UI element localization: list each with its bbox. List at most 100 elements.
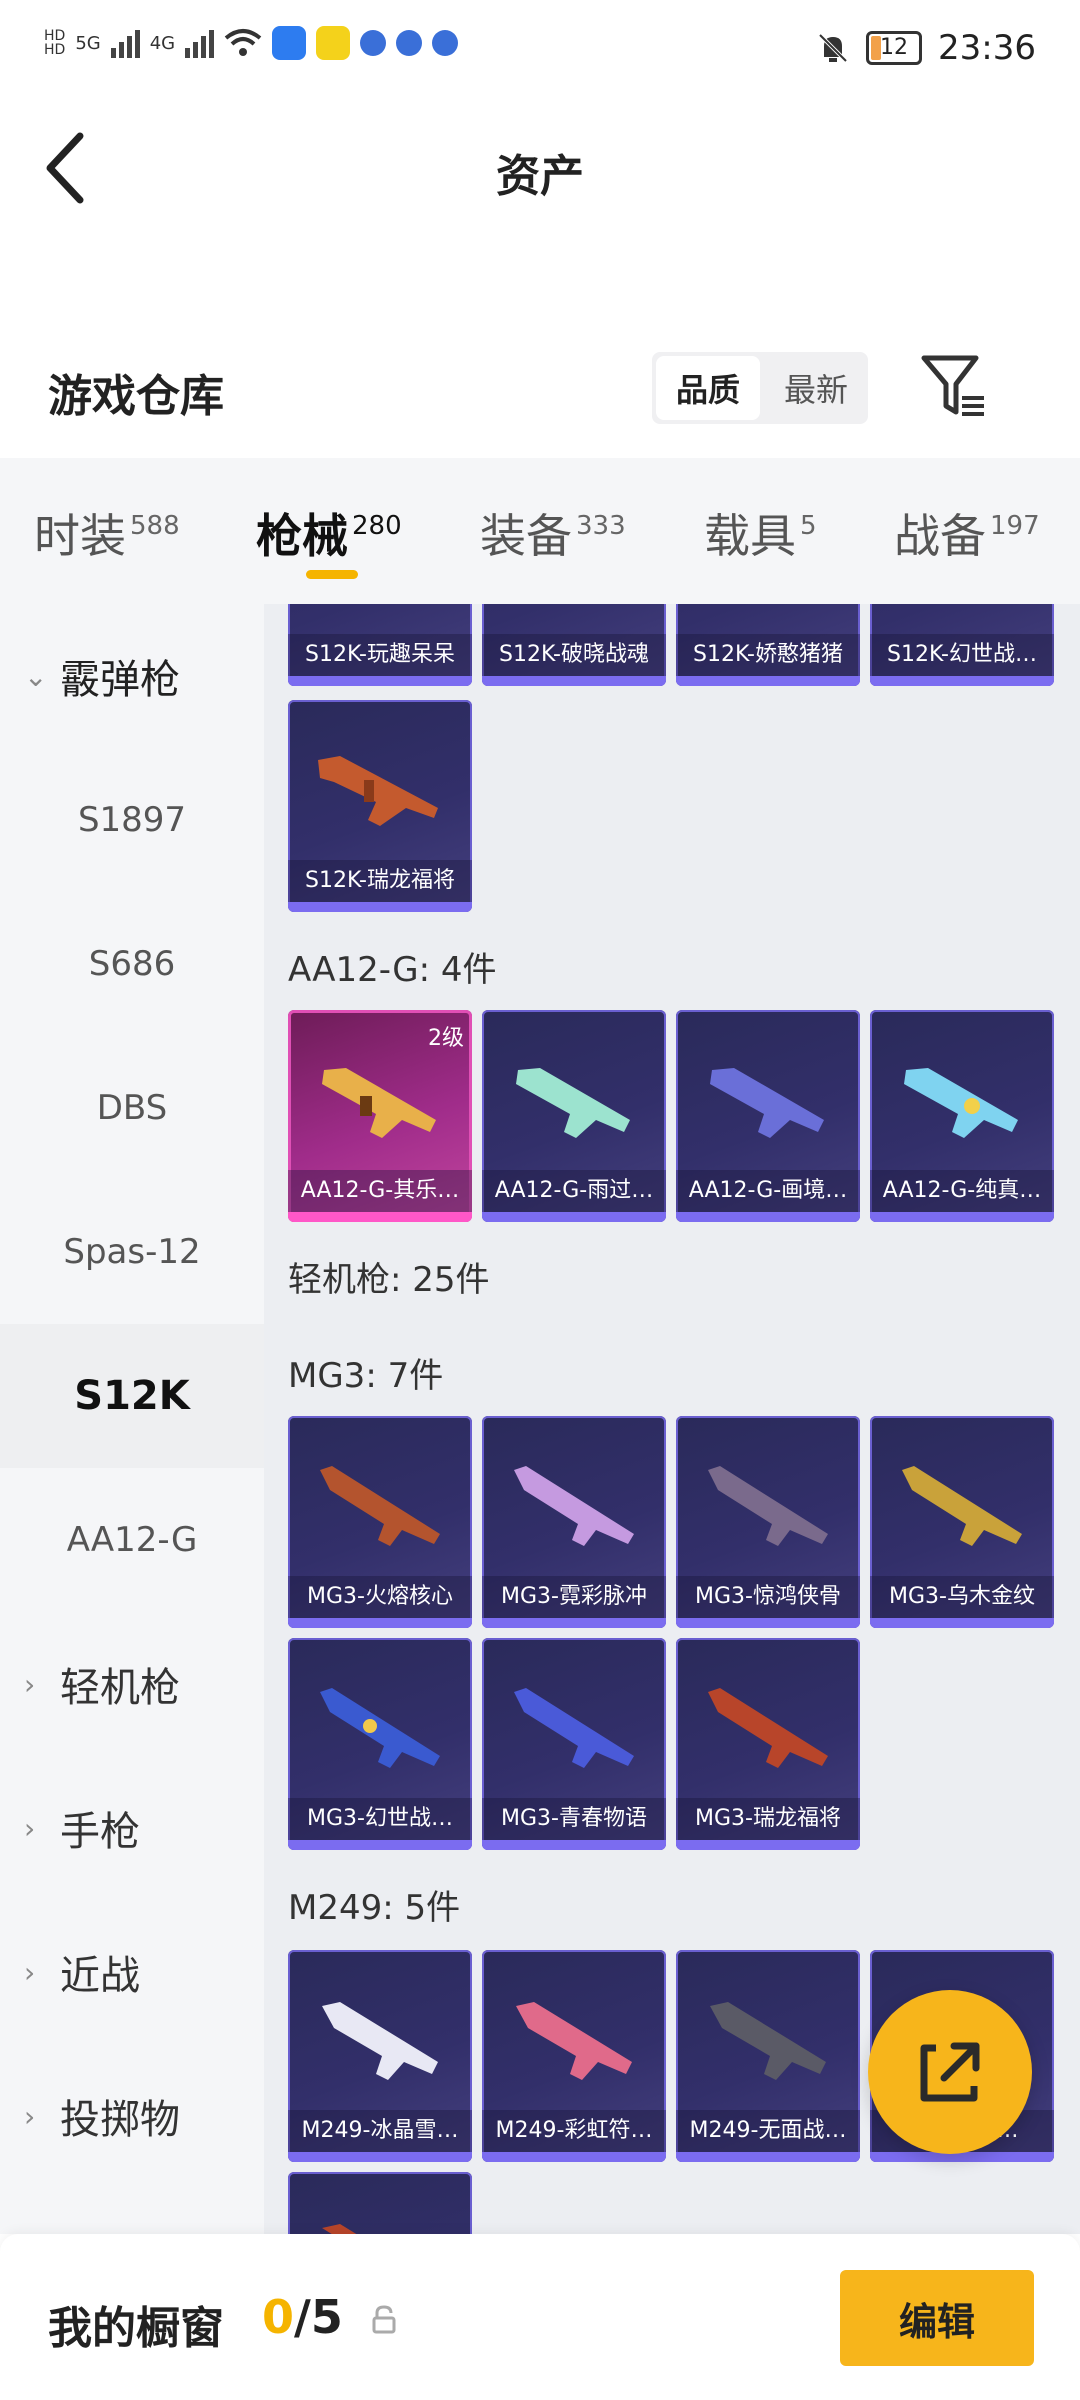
skin-name: M249-冰晶雪… [288,2110,472,2152]
sidebar-item-melee[interactable]: › 近战 [0,1900,264,2044]
rarity-bar [482,1212,666,1222]
gun-skin-icon [708,1688,828,1768]
tab-weapons[interactable]: 枪械 280 [256,500,402,566]
skin-card[interactable]: S12K-玩趣呆呆 [288,604,472,686]
tab-equipment[interactable]: 装备 333 [480,500,626,566]
rarity-bar [482,1840,666,1850]
showcase-count-total: /5 [294,2290,343,2344]
skin-card[interactable]: MG3-火熔核心 [288,1416,472,1628]
sidebar-item-s686[interactable]: S686 [0,892,264,1036]
sidebar-item-shotgun[interactable]: ⌄ 霰弹枪 [0,604,264,748]
sidebar-item-throwable[interactable]: › 投掷物 [0,2044,264,2188]
group-heading-m249: M249: 5件 [288,1888,461,1928]
skin-name: S12K-娇憨猪猪 [676,634,860,676]
tab-count: 280 [352,511,402,541]
tab-vehicles[interactable]: 载具 5 [704,500,817,566]
warehouse-title: 游戏仓库 [48,371,224,422]
gun-skin-icon [710,2002,826,2080]
game-app-icon [316,26,351,60]
battery-icon: 12 [866,31,923,65]
gun-skin-icon [708,1466,828,1546]
status-right: 12 23:36 [816,28,1036,68]
rarity-bar [288,1618,472,1628]
skin-card[interactable]: MG3-幻世战… [288,1638,472,1850]
skin-card[interactable]: M249-无面战… [676,1950,860,2162]
showcase-bar: 我的橱窗 0/5 编辑 [0,2234,1080,2400]
notification-dot-icon [396,30,423,56]
sidebar-item-lmg[interactable]: › 轻机枪 [0,1612,264,1756]
skin-card[interactable]: MG3-霓彩脉冲 [482,1416,666,1628]
gun-skin-icon [902,1466,1022,1546]
skin-card[interactable]: S12K-幻世战… [870,604,1054,686]
tab-label: 时装 [34,509,126,563]
sidebar-item-s12k[interactable]: S12K [0,1324,264,1468]
skin-card[interactable]: 2级 AA12-G-其乐… [288,1010,472,1222]
rarity-bar [288,1840,472,1850]
rarity-bar [288,676,472,686]
skin-name: MG3-霓彩脉冲 [482,1576,666,1618]
sidebar-item-label: 霰弹枪 [60,657,180,703]
skin-name: AA12-G-其乐… [288,1170,472,1212]
showcase-count: 0/5 [262,2290,343,2344]
skin-card[interactable]: MG3-青春物语 [482,1638,666,1850]
hd-icon: HD HD [44,28,66,58]
skin-card[interactable] [288,2172,472,2234]
skin-card[interactable]: S12K-娇憨猪猪 [676,604,860,686]
signal-icon [110,28,140,58]
skin-card[interactable]: S12K-破晓战魂 [482,604,666,686]
sidebar-item-dbs[interactable]: DBS [0,1036,264,1180]
tab-fashion[interactable]: 时装 588 [34,500,180,566]
skin-card[interactable]: M249-彩虹符… [482,1950,666,2162]
share-fab-button[interactable] [868,1990,1032,2154]
clock: 23:36 [938,28,1036,68]
skin-card[interactable]: M249-冰晶雪… [288,1950,472,2162]
sidebar-item-label: DBS [96,1088,168,1128]
skin-card[interactable]: MG3-瑞龙福将 [676,1638,860,1850]
filter-icon[interactable] [920,352,988,420]
skin-card[interactable]: MG3-惊鸿侠骨 [676,1416,860,1628]
skin-card[interactable]: AA12-G-纯真… [870,1010,1054,1222]
skin-name: S12K-幻世战… [870,634,1054,676]
status-bar: HD HD 5G 4G 12 23:36 [0,0,1080,100]
skin-name: MG3-惊鸿侠骨 [676,1576,860,1618]
edit-showcase-button[interactable]: 编辑 [840,2270,1034,2366]
status-left: HD HD 5G 4G [44,26,459,60]
sidebar-item-spas12[interactable]: Spas-12 [0,1180,264,1324]
skin-card[interactable]: AA12-G-画境… [676,1010,860,1222]
rarity-bar [482,676,666,686]
tab-count: 333 [576,511,626,541]
gun-skin-icon [322,1068,436,1138]
group-heading-aa12g: AA12-G: 4件 [288,950,497,990]
tab-label: 战备 [894,509,986,563]
skin-name: S12K-瑞龙福将 [288,860,472,902]
rarity-bar [288,902,472,912]
active-tab-indicator [306,570,358,579]
skin-name: MG3-火熔核心 [288,1576,472,1618]
gun-skin-icon [904,1068,1018,1138]
skin-name: MG3-幻世战… [288,1798,472,1840]
skin-name: S12K-玩趣呆呆 [288,634,472,676]
net-5g-label: 5G [75,32,101,54]
tab-label: 枪械 [256,509,348,563]
sort-quality-button[interactable]: 品质 [656,356,760,420]
tab-supplies[interactable]: 战备 197 [894,500,1040,566]
rarity-bar [482,2152,666,2162]
chevron-down-icon: ⌄ [24,659,48,693]
skin-card[interactable]: MG3-乌木金纹 [870,1416,1054,1628]
sidebar-item-pistol[interactable]: › 手枪 [0,1756,264,1900]
lock-icon [372,2305,396,2334]
sidebar-item-s1897[interactable]: S1897 [0,748,264,892]
skin-name: S12K-破晓战魂 [482,634,666,676]
sidebar-item-aa12g[interactable]: AA12-G [0,1468,264,1612]
net-4g-label: 4G [149,32,176,54]
skin-name: AA12-G-画境… [676,1170,860,1212]
chevron-right-icon: › [24,1955,36,1989]
gun-skin-icon [516,1068,630,1138]
skin-card[interactable]: S12K-瑞龙福将 [288,700,472,912]
sort-newest-button[interactable]: 最新 [764,352,868,424]
gun-skin-icon [504,604,644,624]
gun-skin-icon [516,2002,632,2080]
rarity-bar [676,1840,860,1850]
sidebar-item-label: 手枪 [60,1809,140,1855]
skin-card[interactable]: AA12-G-雨过… [482,1010,666,1222]
